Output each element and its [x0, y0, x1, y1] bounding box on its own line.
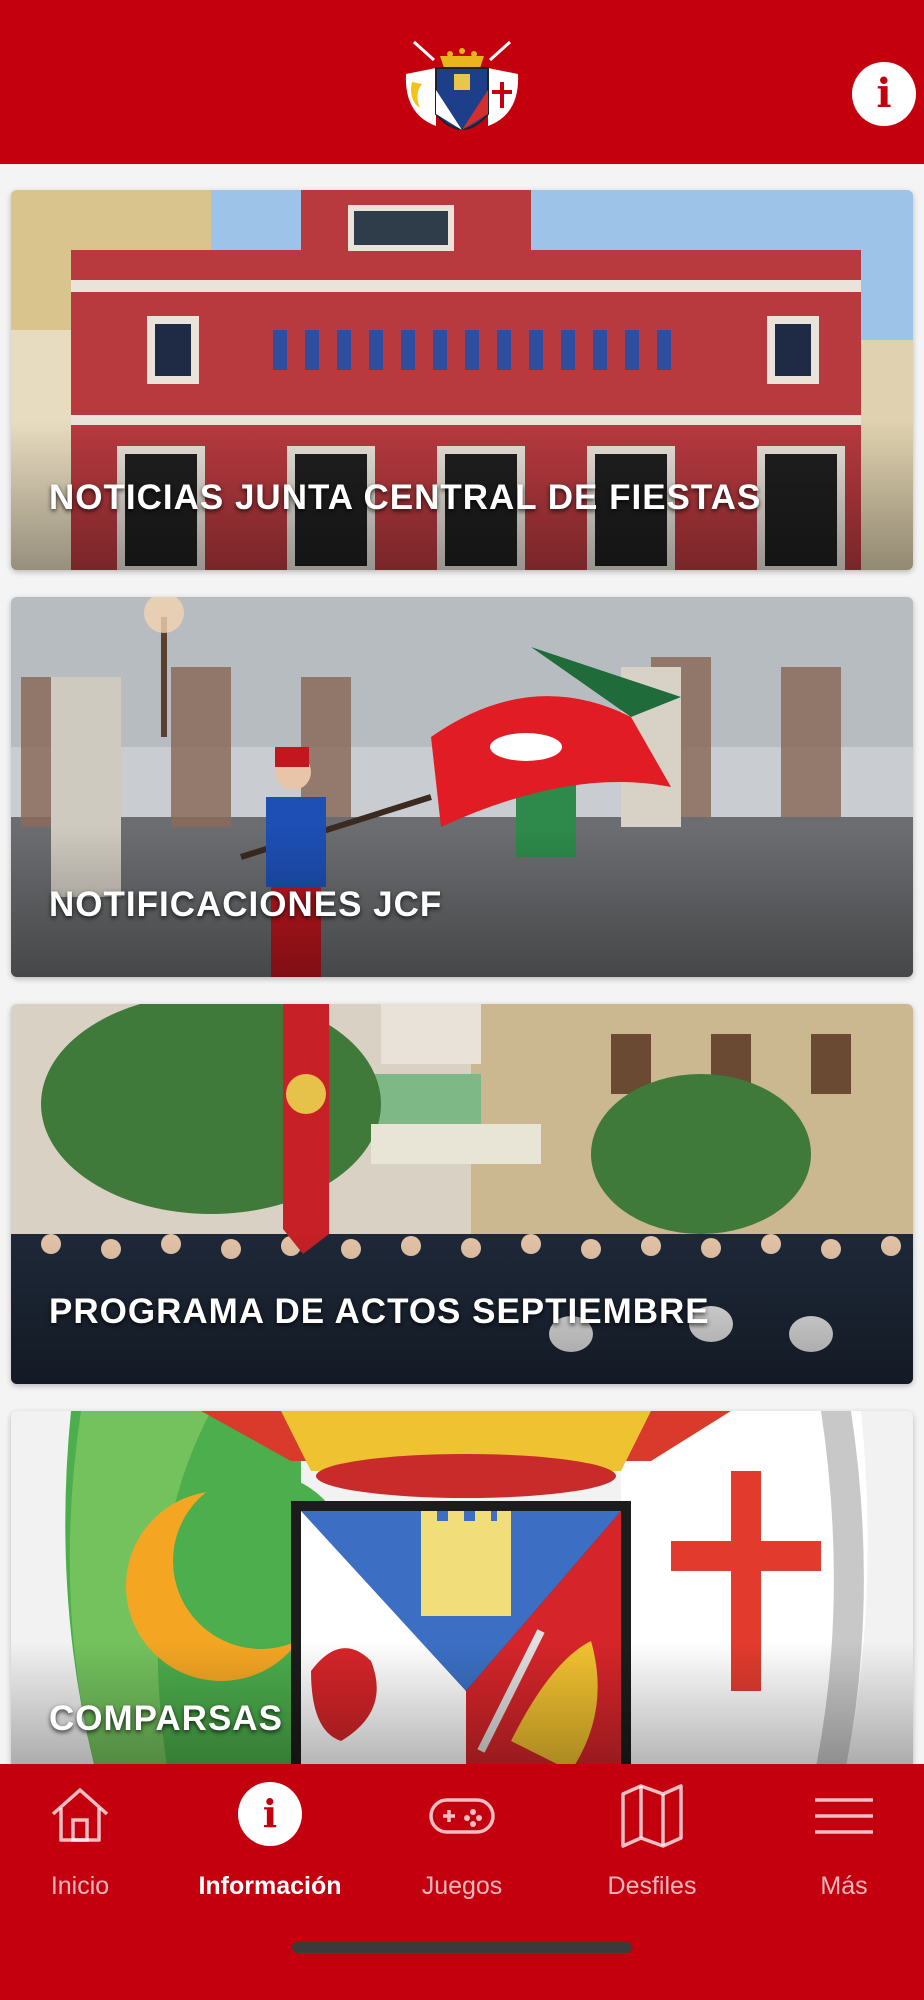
tab-inicio[interactable]: Inicio [0, 1780, 172, 1900]
tab-desfiles[interactable]: Desfiles [560, 1780, 744, 1900]
menu-icon [815, 1798, 873, 1834]
info-icon: i [238, 1782, 302, 1846]
coat-of-arms-logo [405, 40, 519, 130]
card-title: PROGRAMA DE ACTOS SEPTIEMBRE [49, 1292, 710, 1331]
tab-informacion[interactable]: i Información [178, 1780, 362, 1900]
home-icon [51, 1788, 109, 1842]
info-button[interactable]: i [852, 62, 916, 126]
card-title: COMPARSAS [49, 1699, 283, 1738]
app-header: i [0, 0, 924, 164]
bottom-tab-bar: Inicio i Información Juegos Desfiles Más [0, 1764, 924, 2000]
tab-juegos[interactable]: Juegos [370, 1780, 554, 1900]
tab-mas[interactable]: Más [752, 1780, 924, 1900]
news-card[interactable]: NOTICIAS JUNTA CENTRAL DE FIESTAS [11, 190, 913, 570]
info-icon: i [876, 70, 892, 117]
tab-label: Inicio [50, 1872, 110, 1900]
program-card[interactable]: PROGRAMA DE ACTOS SEPTIEMBRE [11, 1004, 913, 1384]
comparsas-card[interactable]: COMPARSAS [11, 1411, 913, 1764]
card-title: NOTICIAS JUNTA CENTRAL DE FIESTAS [49, 478, 762, 517]
content-feed[interactable]: NOTICIAS JUNTA CENTRAL DE FIESTAS NOTIFI… [0, 164, 924, 1764]
notifications-card[interactable]: NOTIFICACIONES JCF [11, 597, 913, 977]
gamepad-icon [429, 1798, 495, 1834]
tab-label: Desfiles [607, 1872, 697, 1900]
home-indicator[interactable] [292, 1942, 632, 1953]
map-icon [621, 1784, 683, 1848]
card-title: NOTIFICACIONES JCF [49, 885, 443, 924]
tab-label: Información [198, 1872, 342, 1900]
tab-label: Juegos [421, 1872, 503, 1900]
tab-label: Más [820, 1872, 868, 1900]
